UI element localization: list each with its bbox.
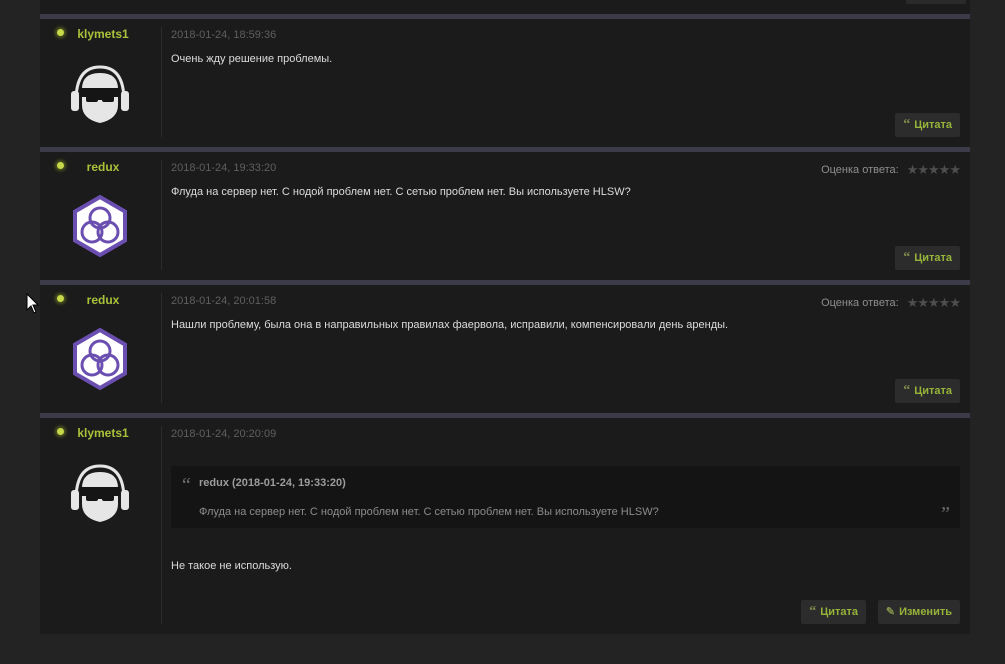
post-date: 2018-01-24, 18:59:36 — [171, 29, 277, 41]
post-message: Не такое не использую. — [171, 560, 292, 572]
quote-icon: “ — [903, 250, 911, 265]
post-message: Флуда на сервер нет. С нодой проблем нет… — [171, 186, 631, 198]
quote-button[interactable]: “ Цитата — [895, 113, 960, 137]
post-author-panel: klymets1 — [40, 418, 162, 634]
answer-rating: Оценка ответа: ★★★★★ — [821, 162, 961, 178]
author-column-divider — [161, 27, 162, 137]
quote-button-label: Цитата — [914, 385, 952, 397]
author-username[interactable]: redux — [40, 293, 166, 307]
author-username[interactable]: klymets1 — [40, 426, 166, 440]
forum-post: redux 2018-01-24, 19:33:20 Оценка ответа… — [40, 152, 970, 280]
previous-post-footer — [40, 0, 970, 14]
author-column-divider — [161, 293, 162, 403]
post-message: Нашли проблему, была она в направильных … — [171, 319, 729, 331]
rating-label: Оценка ответа: — [821, 297, 899, 309]
quote-button[interactable]: “ Цитата — [895, 379, 960, 403]
forum-thread: klymets1 2018-01-24, 18:59:36 Очень жду … — [40, 0, 970, 634]
post-date: 2018-01-24, 20:01:58 — [171, 295, 277, 307]
forum-post: klymets1 2018-01-24, 20:20:09 “ redux (2… — [40, 418, 970, 634]
headphone-sunglasses-avatar-icon[interactable] — [68, 61, 132, 125]
quote-icon: “ — [903, 383, 911, 398]
post-date: 2018-01-24, 19:33:20 — [171, 162, 277, 174]
headphone-sunglasses-avatar-icon[interactable] — [68, 460, 132, 524]
quote-icon: “ — [809, 604, 817, 619]
quote-button-label: Цитата — [820, 606, 858, 618]
forum-post: klymets1 2018-01-24, 18:59:36 Очень жду … — [40, 19, 970, 147]
hexagon-knot-avatar-icon[interactable] — [68, 194, 132, 258]
quote-author: redux (2018-01-24, 19:33:20) — [199, 477, 346, 489]
quote-button-label: Цитата — [914, 252, 952, 264]
quote-button[interactable]: “ Цитата — [801, 600, 866, 624]
previous-post-button[interactable] — [906, 0, 966, 4]
post-body: 2018-01-24, 18:59:36 Очень жду решение п… — [171, 19, 960, 147]
quoted-message: “ redux (2018-01-24, 19:33:20) Флуда на … — [171, 466, 960, 528]
post-author-panel: redux — [40, 285, 162, 413]
pencil-icon: ✎ — [885, 606, 896, 618]
quote-text: Флуда на сервер нет. С нодой проблем нет… — [199, 506, 659, 518]
post-body: 2018-01-24, 20:01:58 Оценка ответа: ★★★★… — [171, 285, 961, 413]
post-author-panel: redux — [40, 152, 162, 280]
author-username[interactable]: redux — [40, 160, 166, 174]
close-quote-icon: ” — [938, 503, 950, 525]
mouse-pointer-icon — [26, 293, 40, 314]
quote-button[interactable]: “ Цитата — [895, 246, 960, 270]
post-author-panel: klymets1 — [40, 19, 162, 147]
answer-rating: Оценка ответа: ★★★★★ — [821, 295, 961, 311]
post-message: Очень жду решение проблемы. — [171, 53, 333, 65]
author-column-divider — [161, 160, 162, 270]
edit-button-label: Изменить — [899, 606, 952, 618]
hexagon-knot-avatar-icon[interactable] — [68, 327, 132, 391]
author-username[interactable]: klymets1 — [40, 27, 166, 41]
open-quote-icon: “ — [180, 474, 192, 496]
forum-post: redux 2018-01-24, 20:01:58 Оценка ответа… — [40, 285, 970, 413]
author-column-divider — [161, 426, 162, 624]
rating-stars[interactable]: ★★★★★ — [907, 295, 961, 311]
quote-icon: “ — [903, 117, 911, 132]
post-body: 2018-01-24, 19:33:20 Оценка ответа: ★★★★… — [171, 152, 961, 280]
rating-label: Оценка ответа: — [821, 164, 899, 176]
post-body: 2018-01-24, 20:20:09 “ redux (2018-01-24… — [171, 418, 960, 634]
edit-button[interactable]: ✎ Изменить — [877, 600, 960, 624]
rating-stars[interactable]: ★★★★★ — [907, 162, 961, 178]
post-date: 2018-01-24, 20:20:09 — [171, 428, 277, 440]
quote-button-label: Цитата — [914, 119, 952, 131]
